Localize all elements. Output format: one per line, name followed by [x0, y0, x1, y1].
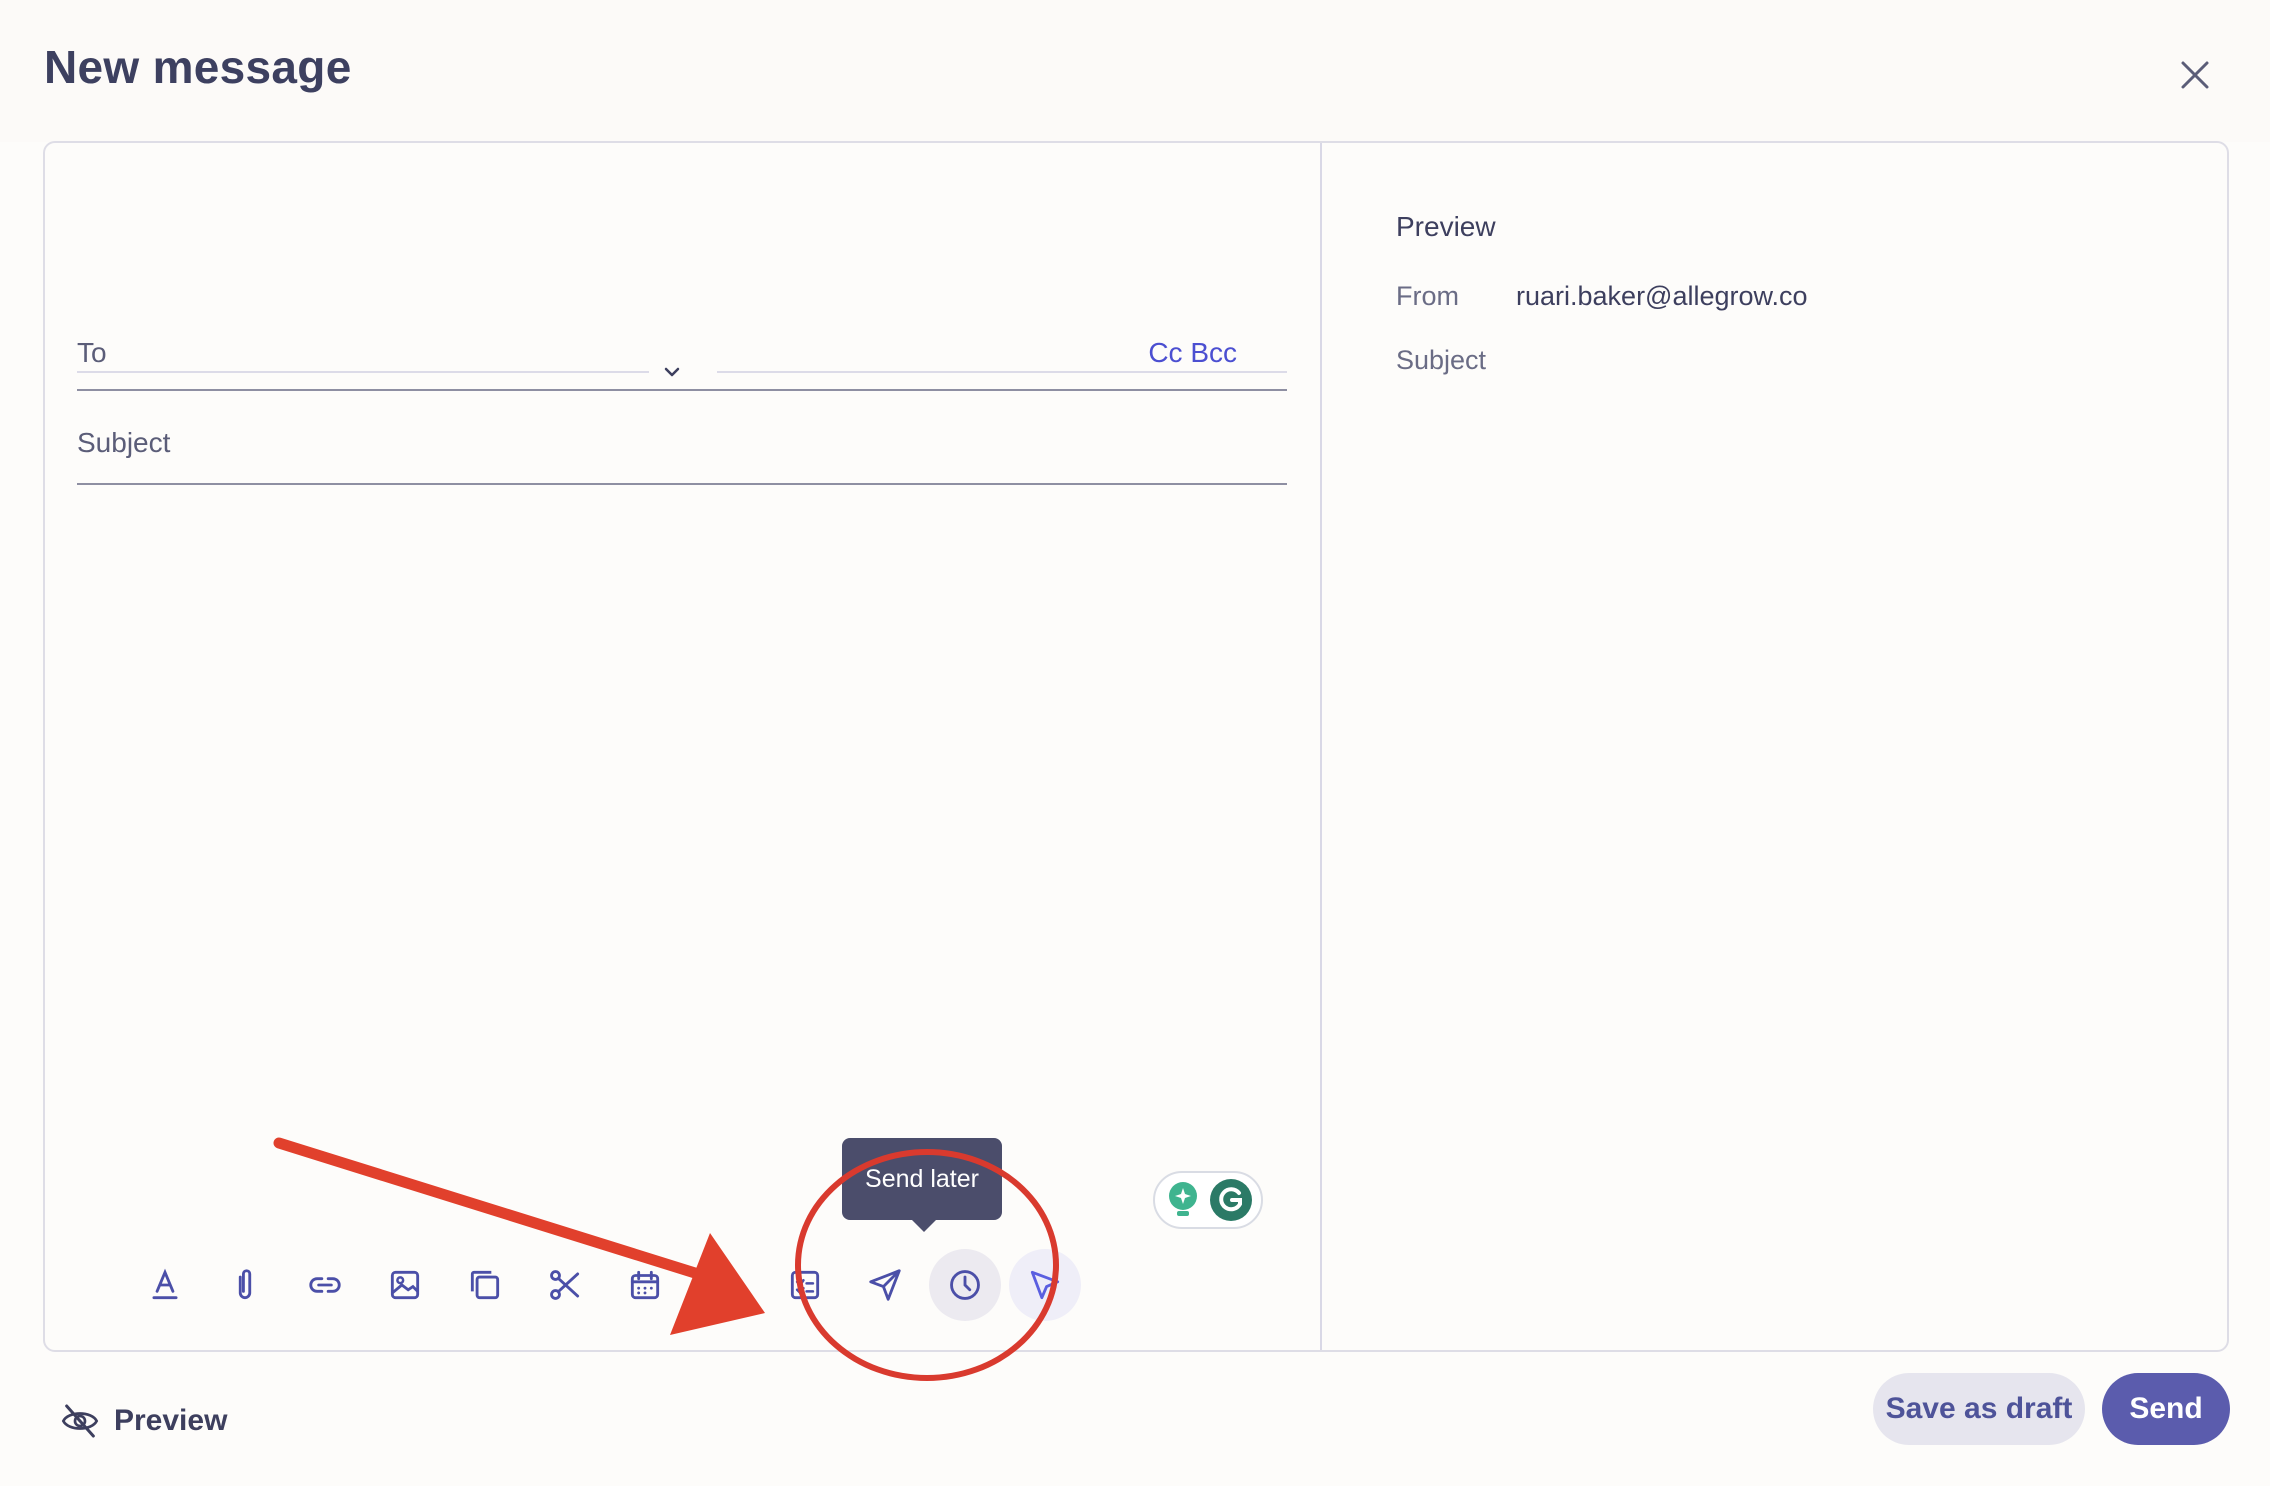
attachment-icon — [238, 1269, 252, 1300]
page-title: New message — [44, 41, 352, 93]
preview-toggle[interactable]: Preview — [60, 1396, 227, 1446]
preview-pane: Preview From ruari.baker@allegrow.co Sub… — [1322, 143, 2227, 1350]
annotation-arrow — [273, 1137, 765, 1335]
lightbulb-icon — [1169, 1182, 1197, 1216]
preview-from-value: ruari.baker@allegrow.co — [1516, 281, 1808, 311]
divider-left — [77, 371, 649, 373]
grammarly-widget[interactable] — [1153, 1171, 1263, 1229]
header: New message — [0, 0, 2270, 142]
chevron-down-icon — [664, 367, 680, 377]
grammarly-icon — [1210, 1179, 1252, 1221]
close-button[interactable] — [2170, 50, 2220, 100]
expand-row — [77, 357, 1287, 387]
expand-toggle[interactable] — [657, 357, 687, 387]
subject-input[interactable] — [187, 393, 1267, 483]
subject-field[interactable]: Subject — [77, 393, 1287, 485]
eye-off-icon — [61, 1404, 99, 1438]
preview-toggle-label: Preview — [114, 1404, 228, 1437]
preview-title: Preview — [1396, 211, 1496, 242]
close-icon — [2181, 61, 2209, 89]
preview-from-label: From — [1396, 281, 1459, 311]
save-draft-button[interactable]: Save as draft — [1873, 1373, 2085, 1445]
divider-right — [717, 371, 1287, 373]
text-format-button[interactable] — [137, 1257, 193, 1313]
compose-panel: To Cc Bcc Subject Send later Preview Fro… — [43, 141, 2229, 1381]
footer: Preview Save as draft Send — [0, 1354, 2270, 1486]
text-format-icon — [152, 1268, 178, 1300]
send-button[interactable]: Send — [2102, 1373, 2230, 1445]
annotation-circle — [795, 1149, 1059, 1381]
compose-area: To Cc Bcc Subject Send later — [45, 143, 1320, 1381]
preview-subject-label: Subject — [1396, 345, 1487, 375]
subject-label: Subject — [77, 427, 171, 458]
